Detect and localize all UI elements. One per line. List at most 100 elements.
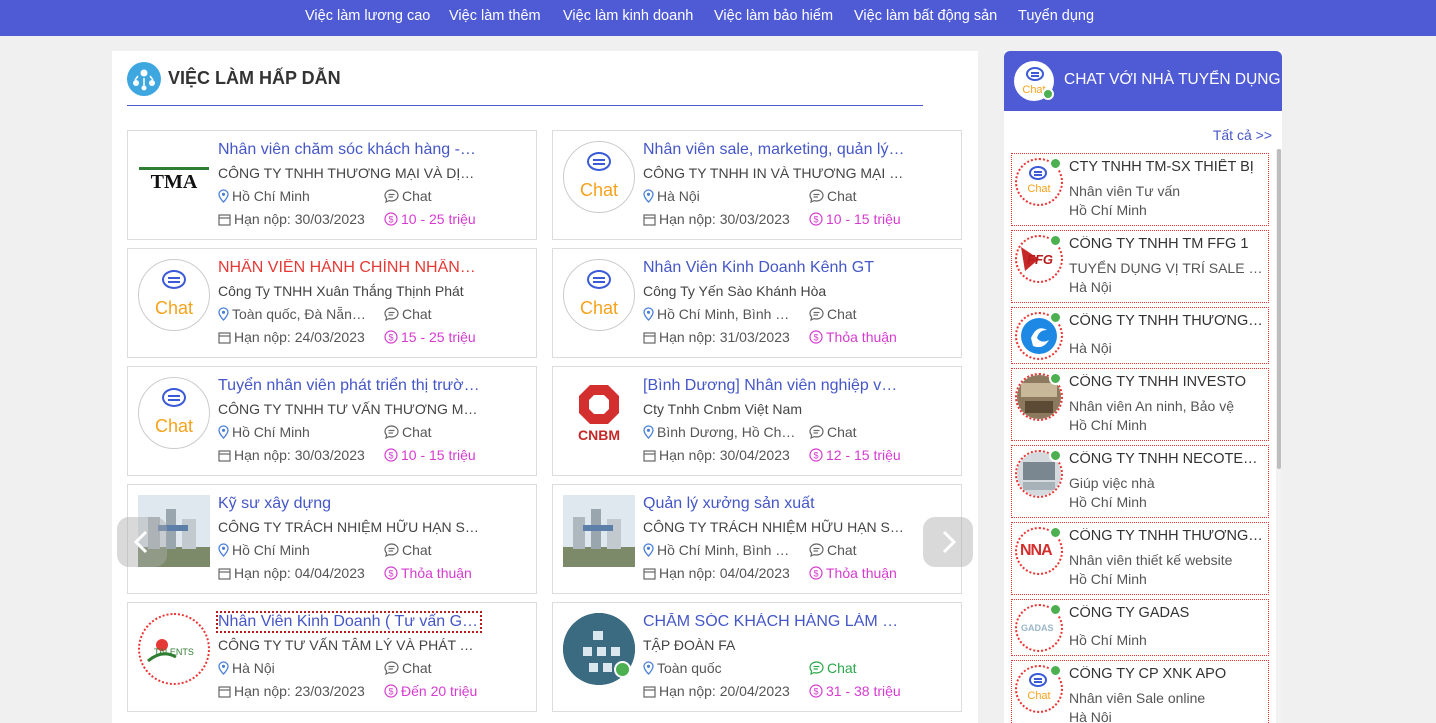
nav-item-high-salary[interactable]: Việc làm lương cao (305, 8, 430, 24)
carousel-next-button[interactable] (923, 517, 973, 567)
chat-bubble-icon (384, 660, 402, 676)
nav-item-recruitment[interactable]: Tuyển dụng (1018, 8, 1094, 24)
chat-button[interactable]: Chat (809, 424, 857, 440)
chat-bubble-icon (384, 424, 402, 440)
job-salary: $ Thỏa thuận (809, 329, 897, 345)
job-card[interactable]: Chat Nhân Viên Kinh Doanh Kênh GT Công Ty … (552, 248, 962, 358)
company-name[interactable]: Công Ty Yến Sào Khánh Hòa (643, 283, 905, 299)
job-card[interactable]: Quản lý xưởng sản xuất CÔNG TY TRÁCH NHIỆ… (552, 484, 962, 594)
nav-item-part-time[interactable]: Việc làm thêm (449, 8, 541, 24)
nav-item-insurance[interactable]: Việc làm bảo hiểm (714, 8, 833, 24)
job-title-link[interactable]: Kỹ sư xây dựng (218, 495, 480, 513)
company-name[interactable]: CÔNG TY TƯ VẤN TÂM LÝ VÀ PHÁT TRIỂN TALE… (218, 637, 480, 653)
job-title-link[interactable]: Quản lý xưởng sản xuất (643, 495, 905, 513)
job-salary: $ Đến 20 triệu (384, 683, 477, 699)
company-name[interactable]: TẬP ĐOÀN FA (643, 637, 905, 653)
chat-bubble-icon (809, 424, 827, 440)
location-pin-icon (643, 188, 657, 204)
recruiter-item[interactable]: NNA CÔNG TY TNHH THƯƠNG MẠI Nhân viên thiế… (1011, 522, 1269, 595)
svg-text:$: $ (388, 687, 393, 697)
recruiter-item[interactable]: Chat CÔNG TY CP XNK APO Nhân viên Sale onl… (1011, 660, 1269, 723)
job-card[interactable]: CHĂM SÓC KHÁCH HÀNG LÀM VIỆC TẠI NHÀ TẬP … (552, 602, 962, 712)
job-title-link[interactable]: [Bình Dương] Nhân viên nghiệp vụ kinh do… (643, 377, 905, 395)
company-name[interactable]: CÔNG TY TRÁCH NHIỆM HỮU HẠN SOCO (643, 519, 905, 535)
chat-button[interactable]: Chat (384, 424, 432, 440)
chat-button[interactable]: Chat (809, 188, 857, 204)
online-status-icon (614, 661, 631, 678)
job-title-link[interactable]: Nhân viên sale, marketing, quản lý, kinh… (643, 141, 905, 159)
job-card[interactable]: TMA Nhân viên chăm sóc khách hàng - Chăm … (127, 130, 537, 240)
chat-button[interactable]: Chat (809, 542, 857, 558)
nav-item-real-estate[interactable]: Việc làm bất động sản (854, 8, 997, 24)
job-title-link[interactable]: Tuyển nhân viên phát triển thị trường (218, 377, 480, 395)
job-location: Hà Nội (218, 660, 373, 676)
section-title: VIỆC LÀM HẤP DẪN (168, 68, 341, 88)
job-card[interactable]: TALENTS Nhân Viên Kinh Doanh ( Tư vấn Giá… (127, 602, 537, 712)
svg-text:$: $ (813, 215, 818, 225)
company-name[interactable]: Cty Tnhh Cnbm Việt Nam (643, 401, 905, 417)
recruiter-location: Hồ Chí Minh (1069, 417, 1147, 433)
job-deadline: Hạn nộp: 04/04/2023 (218, 565, 365, 581)
job-card[interactable]: Chat Tuyển nhân viên phát triển thị trườn… (127, 366, 537, 476)
job-deadline: Hạn nộp: 20/04/2023 (643, 683, 790, 699)
calendar-icon (218, 329, 234, 345)
company-name[interactable]: CÔNG TY TRÁCH NHIỆM HỮU HẠN SOCO (218, 519, 480, 535)
recruiter-location: Hồ Chí Minh (1069, 632, 1147, 648)
job-title-link[interactable]: Nhân Viên Kinh Doanh ( Tư vấn Giáo dục ) (216, 611, 482, 633)
job-card[interactable]: Chat Nhân viên sale, marketing, quản lý, … (552, 130, 962, 240)
job-card[interactable]: CNBM [Bình Dương] Nhân viên nghiệp vụ kin… (552, 366, 962, 476)
job-salary: $15 - 25 triệu (384, 329, 476, 345)
job-title-link[interactable]: Nhân viên chăm sóc khách hàng - Chăm sóc… (218, 141, 480, 159)
recruiter-name: CÔNG TY TNHH NECOTEK VIỆT NAM (1069, 451, 1264, 467)
chat-bubble-icon (384, 542, 402, 558)
recruiter-item[interactable]: CÔNG TY TNHH NECOTEK VIỆT NAM Giúp việc n… (1011, 445, 1269, 518)
svg-text:$: $ (388, 333, 393, 343)
job-deadline: Hạn nộp: 30/03/2023 (218, 447, 365, 463)
company-name[interactable]: CÔNG TY TNHH IN VÀ THƯƠNG MẠI GIA PHÁT (643, 165, 905, 181)
company-name[interactable]: CÔNG TY TNHH THƯƠNG MẠI VÀ DỊCH VỤ TMA (218, 165, 480, 181)
see-all-link[interactable]: Tất cả >> (1213, 127, 1272, 143)
chat-bubble-icon (809, 542, 827, 558)
online-status-icon (1049, 234, 1062, 247)
job-card[interactable]: Kỹ sư xây dựng CÔNG TY TRÁCH NHIỆM HỮU HẠ… (127, 484, 537, 594)
location-pin-icon (643, 424, 657, 440)
online-status-icon (1049, 449, 1062, 462)
company-name[interactable]: Công Ty TNHH Xuân Thắng Thịnh Phát (218, 283, 480, 299)
calendar-icon (643, 447, 659, 463)
recruiter-item[interactable]: FFG CÔNG TY TNHH TM FFG 1 TUYỂN DỤNG VỊ TR… (1011, 230, 1269, 303)
job-location: Hà Nội (643, 188, 798, 204)
chat-button[interactable]: Chat (384, 306, 432, 322)
dollar-coin-icon: $ (384, 683, 401, 699)
recruiter-item[interactable]: GADAS CÔNG TY GADAS Hồ Chí Minh (1011, 599, 1269, 656)
job-location: Bình Dương, Hồ Chí Minh (643, 424, 798, 440)
dollar-coin-icon: $ (809, 683, 826, 699)
scrollbar-thumb[interactable] (1277, 149, 1281, 469)
job-salary: $ Thỏa thuận (384, 565, 472, 581)
company-logo: Chat (138, 377, 210, 449)
company-logo: Chat (563, 259, 635, 331)
chat-bubble-icon (384, 188, 402, 204)
chat-button[interactable]: Chat (384, 660, 432, 676)
chat-button[interactable]: Chat (809, 306, 857, 322)
chat-button[interactable]: Chat (384, 542, 432, 558)
job-title-link[interactable]: CHĂM SÓC KHÁCH HÀNG LÀM VIỆC TẠI NHÀ (643, 613, 905, 631)
job-location: Hồ Chí Minh (218, 424, 373, 440)
recruiter-item[interactable]: CÔNG TY TNHH INVESTO Nhân viên An ninh, B… (1011, 368, 1269, 441)
online-status-icon (1042, 88, 1054, 100)
chat-button[interactable]: Chat (809, 660, 857, 676)
job-card[interactable]: Chat NHÂN VIÊN HÀNH CHÍNH NHÂN SỰ Công Ty … (127, 248, 537, 358)
job-deadline: Hạn nộp: 24/03/2023 (218, 329, 365, 345)
job-title-link[interactable]: NHÂN VIÊN HÀNH CHÍNH NHÂN SỰ (218, 259, 480, 277)
svg-text:$: $ (813, 333, 818, 343)
job-location: Hồ Chí Minh, Bình Dương (643, 542, 798, 558)
company-name[interactable]: CÔNG TY TNHH TƯ VẤN THƯƠNG MẠI DỊCH VỤ (218, 401, 480, 417)
carousel-prev-button[interactable] (117, 517, 167, 567)
chat-button[interactable]: Chat (384, 188, 432, 204)
dollar-coin-icon: $ (384, 565, 401, 581)
location-pin-icon (218, 424, 232, 440)
recruiter-item[interactable]: CÔNG TY TNHH THƯƠNG MẠI Hà Nội (1011, 307, 1269, 364)
recruiter-item[interactable]: Chat CTY TNHH TM-SX THIẾT BỊ Nhân viên Tư … (1011, 153, 1269, 226)
nav-item-business[interactable]: Việc làm kinh doanh (563, 8, 693, 24)
job-title-link[interactable]: Nhân Viên Kinh Doanh Kênh GT (643, 259, 905, 277)
location-pin-icon (218, 542, 232, 558)
